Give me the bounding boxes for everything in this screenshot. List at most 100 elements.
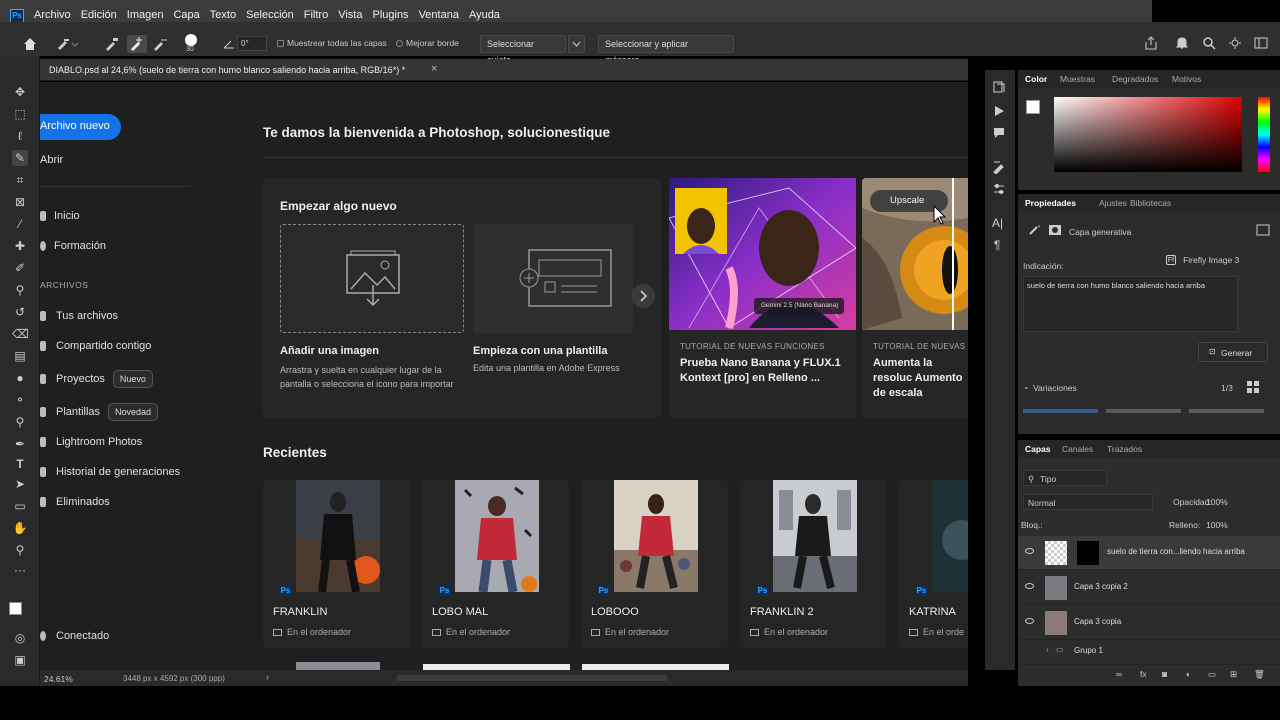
- tab-gradients[interactable]: Degradados: [1112, 74, 1158, 84]
- adjustments-sliders-icon[interactable]: [992, 182, 1006, 196]
- eraser-tool-icon[interactable]: ⌫: [12, 326, 29, 342]
- discover-light-icon[interactable]: [1228, 36, 1242, 50]
- tutorial-card-upscale[interactable]: Upscale TUTORIAL DE NUEVAS Aumenta la re…: [862, 178, 968, 418]
- hue-slider[interactable]: [1258, 97, 1270, 172]
- foreground-color-swatch[interactable]: [9, 602, 22, 615]
- model-dropdown[interactable]: Ff Firefly Image 3: [1166, 254, 1246, 268]
- dodge-tool-icon[interactable]: ⚬: [12, 392, 28, 408]
- variation-thumbnail[interactable]: [1106, 409, 1181, 413]
- generate-button[interactable]: ⊡ Generar: [1198, 342, 1268, 362]
- add-image-dropzone[interactable]: [280, 224, 464, 333]
- status-expand-icon[interactable]: ›: [266, 672, 269, 682]
- marquee-tool-icon[interactable]: ⬚: [12, 106, 28, 122]
- menu-edicion[interactable]: Edición: [81, 9, 117, 21]
- tab-swatches[interactable]: Muestras: [1060, 74, 1095, 84]
- tab-layers[interactable]: Capas: [1025, 444, 1051, 454]
- search-icon[interactable]: [1202, 36, 1216, 50]
- nav-projects[interactable]: Proyectos Nuevo: [40, 370, 153, 388]
- crop-tool-icon[interactable]: ⌗: [12, 172, 28, 188]
- character-panel-icon[interactable]: A|: [992, 216, 1003, 230]
- foreground-swatch[interactable]: [1026, 100, 1040, 114]
- path-selection-tool-icon[interactable]: ➤: [12, 476, 28, 492]
- new-file-button[interactable]: Archivo nuevo: [40, 114, 121, 140]
- eyedropper-tool-icon[interactable]: ⁄: [12, 216, 28, 232]
- frame-tool-icon[interactable]: ⊠: [12, 194, 28, 210]
- rectangle-tool-icon[interactable]: ▭: [12, 498, 28, 514]
- color-picker-field[interactable]: [1054, 97, 1242, 172]
- recent-file-katrina[interactable]: Ps KATRINA En el orde: [899, 480, 968, 648]
- document-tab-title[interactable]: DIABLO.psd al 24,6% (suelo de tierra con…: [49, 65, 405, 75]
- layer-row[interactable]: Capa 3 copia: [1018, 606, 1280, 640]
- open-button[interactable]: Abrir: [40, 154, 63, 166]
- add-mask-icon[interactable]: ◙: [1162, 669, 1167, 679]
- horizontal-scrollbar-thumb[interactable]: [396, 675, 668, 681]
- paragraph-panel-icon[interactable]: ¶: [994, 238, 1000, 252]
- hand-tool-icon[interactable]: ✋: [12, 520, 28, 536]
- healing-brush-tool-icon[interactable]: ✚: [12, 238, 28, 254]
- share-icon[interactable]: [1144, 36, 1158, 50]
- tab-channels[interactable]: Canales: [1062, 444, 1093, 454]
- notification-bell-icon[interactable]: [1175, 36, 1189, 50]
- blur-tool-icon[interactable]: ●: [12, 370, 28, 386]
- nav-learn[interactable]: Formación: [40, 240, 106, 252]
- move-tool-icon[interactable]: ✥: [12, 84, 28, 100]
- close-tab-icon[interactable]: ×: [431, 63, 437, 75]
- variations-chevron-icon[interactable]: ⌄: [1023, 382, 1030, 391]
- tab-properties[interactable]: Propiedades: [1025, 198, 1076, 208]
- prompt-textarea[interactable]: suelo de tierra con humo blanco saliendo…: [1023, 276, 1238, 332]
- new-layer-icon[interactable]: ⊞: [1230, 669, 1237, 680]
- nav-generation-history[interactable]: Historial de generaciones: [40, 466, 180, 478]
- menu-imagen[interactable]: Imagen: [127, 9, 164, 21]
- brush-settings-icon[interactable]: [992, 160, 1006, 174]
- variation-thumbnail[interactable]: [1023, 409, 1098, 413]
- menu-filtro[interactable]: Filtro: [304, 9, 328, 21]
- zoom-tool-icon[interactable]: ⚲: [12, 542, 28, 558]
- type-tool-icon[interactable]: T: [12, 456, 28, 472]
- link-layers-icon[interactable]: ∞: [1116, 669, 1122, 679]
- comments-icon[interactable]: [992, 126, 1006, 140]
- nav-deleted[interactable]: Eliminados: [40, 496, 110, 508]
- eye-icon[interactable]: [1025, 618, 1034, 624]
- connected-status[interactable]: Conectado: [40, 630, 109, 642]
- edit-toolbar-icon[interactable]: ···: [12, 562, 28, 578]
- layer-row[interactable]: Capa 3 copia 2: [1018, 571, 1280, 605]
- select-subject-button[interactable]: Seleccionar sujeto: [480, 35, 566, 65]
- screen-mode-icon[interactable]: ▣: [12, 652, 28, 668]
- recent-file-franklin[interactable]: Ps FRANKLIN En el ordenador: [263, 480, 410, 648]
- history-brush-tool-icon[interactable]: ↺: [12, 304, 28, 320]
- brush-size-icon[interactable]: [185, 34, 197, 46]
- workspace-icon[interactable]: [1254, 36, 1268, 50]
- recent-file-lobo-mal[interactable]: Ps LOBO MAL En el ordenador: [422, 480, 569, 648]
- layer-group-row[interactable]: › ▭ Grupo 1: [1018, 641, 1280, 661]
- pen-tool-icon[interactable]: ✒: [12, 436, 28, 452]
- layer-filter-dropdown[interactable]: ⚲ Tipo: [1023, 470, 1107, 486]
- enhance-edge-checkbox[interactable]: Mejorar borde: [396, 38, 459, 48]
- eye-icon[interactable]: [1025, 583, 1034, 589]
- nav-shared[interactable]: Compartido contigo: [40, 340, 151, 352]
- history-panel-icon[interactable]: [992, 80, 1006, 94]
- nav-your-files[interactable]: Tus archivos: [40, 310, 118, 322]
- new-selection-icon[interactable]: [104, 37, 120, 51]
- nav-templates[interactable]: Plantillas Novedad: [40, 403, 159, 421]
- quick-selection-tool-icon[interactable]: ✎: [12, 150, 28, 166]
- quick-mask-icon[interactable]: ◎: [12, 630, 28, 646]
- select-and-mask-button[interactable]: Seleccionar y aplicar máscara...: [598, 35, 734, 65]
- menu-ayuda[interactable]: Ayuda: [469, 9, 500, 21]
- menu-seleccion[interactable]: Selección: [246, 9, 294, 21]
- menu-archivo[interactable]: Archivo: [34, 9, 71, 21]
- new-group-icon[interactable]: ▭: [1208, 669, 1216, 680]
- menu-ventana[interactable]: Ventana: [419, 9, 459, 21]
- angle-field[interactable]: 0°: [237, 36, 267, 51]
- select-subject-dropdown[interactable]: [568, 35, 585, 53]
- group-expand-chevron-icon[interactable]: ›: [1046, 645, 1049, 654]
- nav-lightroom[interactable]: Lightroom Photos: [40, 436, 142, 448]
- zoom-level[interactable]: 24.61%: [44, 674, 73, 684]
- menu-vista[interactable]: Vista: [338, 9, 362, 21]
- menu-plugins[interactable]: Plugins: [372, 9, 408, 21]
- tab-libraries[interactable]: Bibliotecas: [1130, 198, 1171, 208]
- tab-color[interactable]: Color: [1025, 74, 1047, 84]
- add-to-selection-button[interactable]: [127, 35, 147, 53]
- burn-tool-icon[interactable]: ⚲: [12, 414, 28, 430]
- template-tile[interactable]: [473, 224, 633, 333]
- clone-stamp-tool-icon[interactable]: ⚲: [12, 282, 28, 298]
